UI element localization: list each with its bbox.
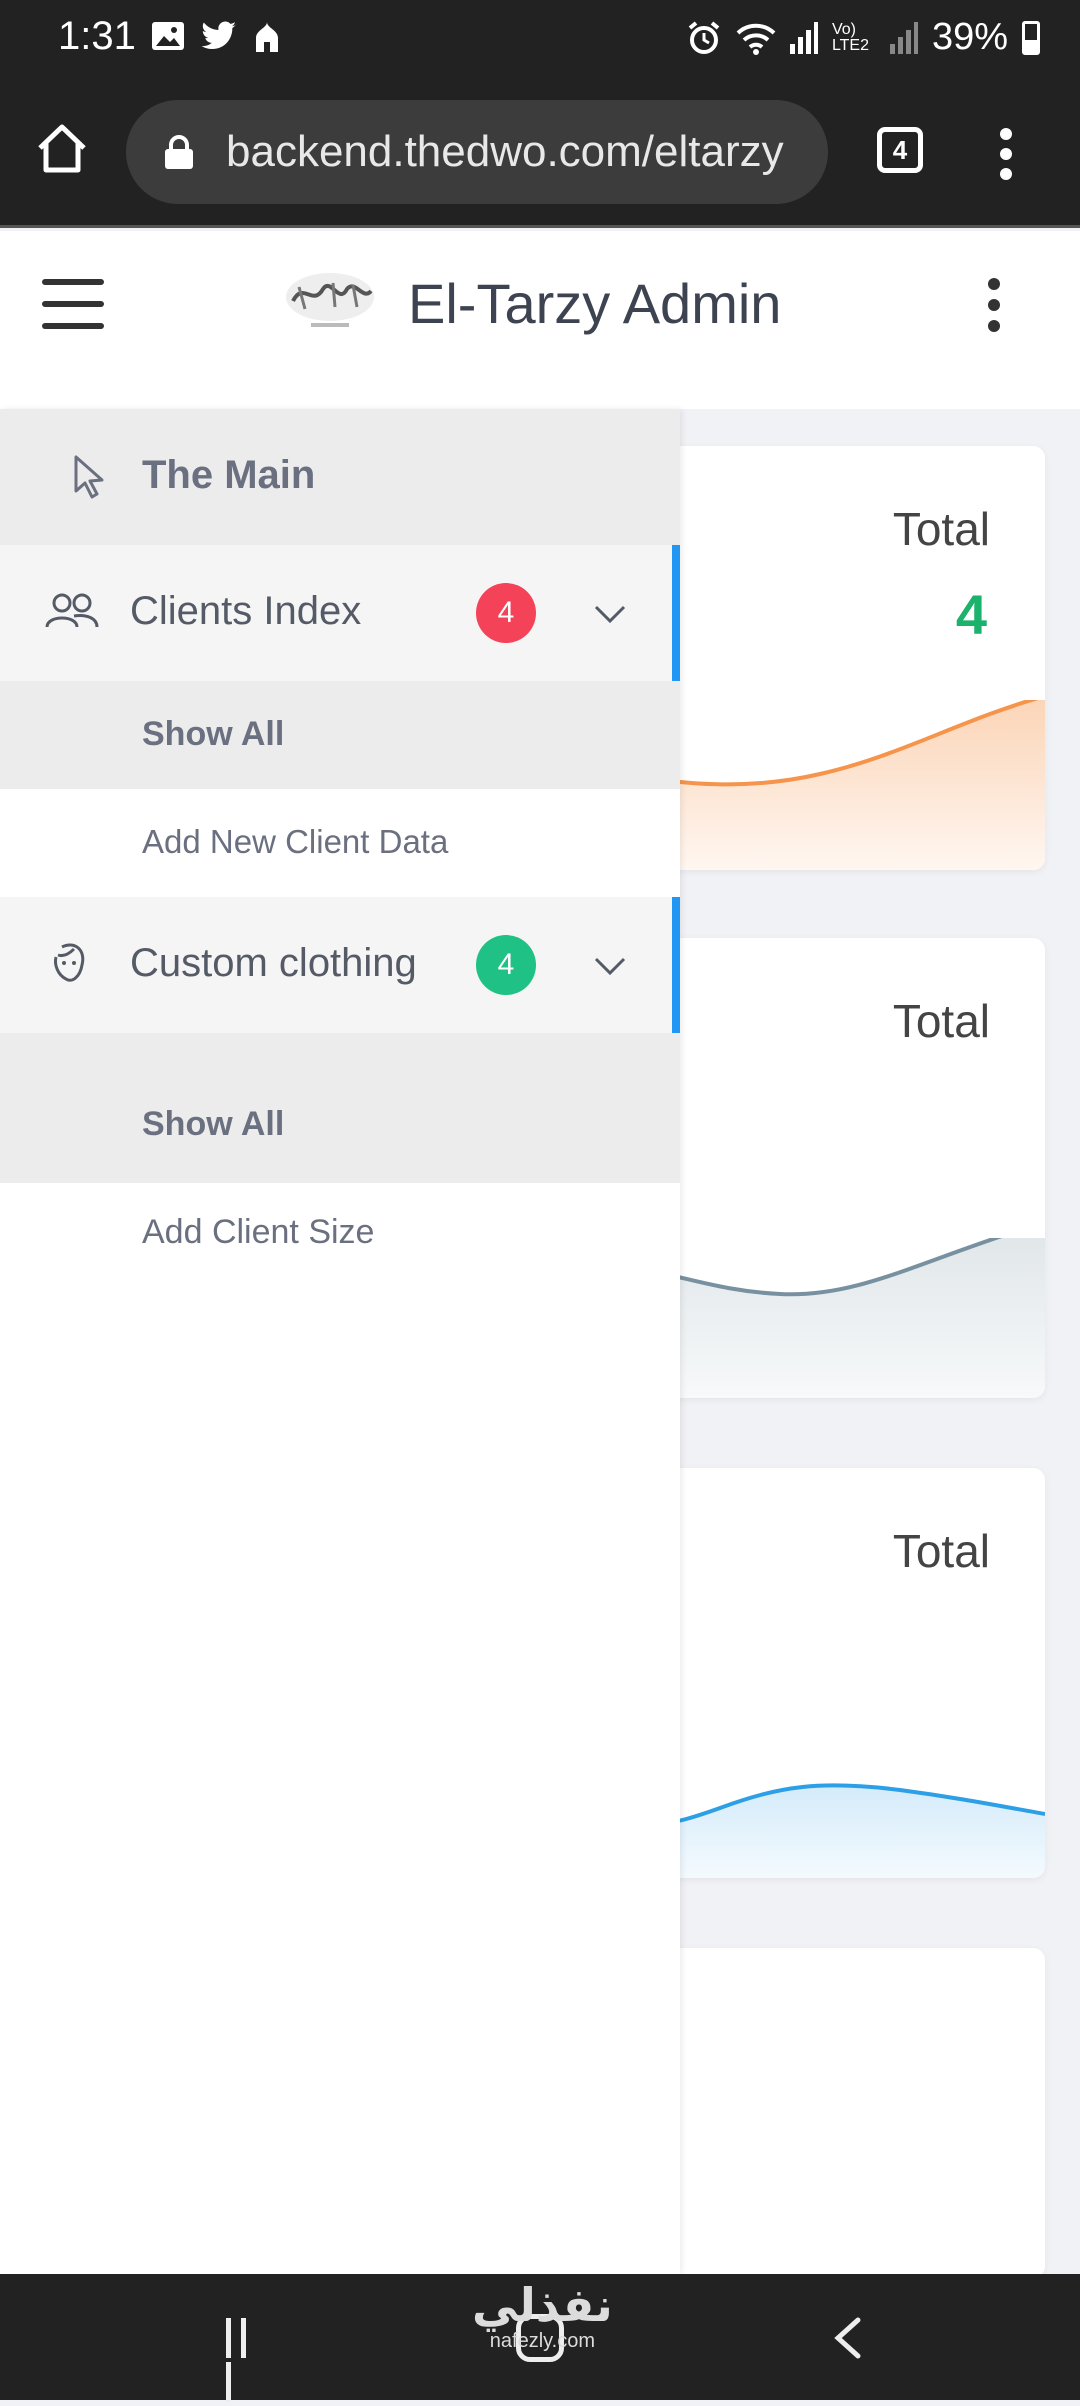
subitem-label: Add Client Size bbox=[142, 1213, 375, 1251]
brand-logo bbox=[286, 273, 374, 327]
hamburger-menu-icon[interactable] bbox=[42, 279, 104, 329]
battery-icon bbox=[1022, 20, 1040, 55]
subitem-label: Add New Client Data bbox=[142, 823, 449, 860]
sidebar-group-custom-clothing[interactable]: Custom clothing 4 bbox=[0, 897, 680, 1033]
subitem-label: Show All bbox=[142, 715, 285, 753]
app-title: El-Tarzy Admin bbox=[408, 272, 782, 335]
sidebar-item-main[interactable]: The Main bbox=[0, 409, 680, 545]
sidebar-subitem-show-all-clothing[interactable]: Show All bbox=[0, 1033, 680, 1183]
browser-toolbar: backend.thedwo.com/eltarzy 4 bbox=[0, 78, 1080, 228]
sidebar-drawer: The Main Clients Index 4 Show All Add Ne… bbox=[0, 409, 680, 2274]
watermark: نفذلي nafezly.com bbox=[472, 2280, 613, 2353]
chevron-down-icon[interactable] bbox=[592, 953, 628, 977]
sidebar-subitem-add-client-size[interactable]: Add Client Size bbox=[0, 1183, 680, 1291]
active-indicator bbox=[672, 545, 680, 681]
sidebar-subitem-show-all-clients[interactable]: Show All bbox=[0, 681, 680, 789]
card-label: Total bbox=[892, 1525, 990, 1577]
subitem-label: Show All bbox=[142, 1105, 285, 1143]
signal-icon bbox=[889, 21, 918, 54]
kebab-menu-icon[interactable] bbox=[987, 277, 1001, 333]
mosque-icon bbox=[256, 22, 278, 52]
battery-percent: 39% bbox=[931, 16, 1008, 58]
users-icon bbox=[45, 593, 99, 628]
watermark-arabic: نفذلي bbox=[472, 2278, 613, 2332]
lock-icon bbox=[165, 135, 193, 169]
browser-menu-icon[interactable] bbox=[998, 126, 1014, 182]
gallery-icon bbox=[152, 22, 184, 50]
face-icon bbox=[54, 943, 85, 982]
sidebar-group-clients-index[interactable]: Clients Index 4 bbox=[0, 545, 680, 681]
sidebar-group-label: Clients Index bbox=[130, 589, 362, 633]
tab-switcher-button[interactable]: 4 bbox=[877, 127, 923, 173]
signal-icon bbox=[789, 21, 818, 54]
status-time: 1:31 bbox=[58, 14, 136, 58]
sidebar-main-label: The Main bbox=[142, 453, 316, 497]
cursor-icon bbox=[74, 455, 104, 499]
card-label: Total bbox=[892, 503, 990, 555]
network-type: Vo) LTE2 bbox=[831, 20, 869, 54]
back-icon[interactable] bbox=[832, 2316, 862, 2360]
twitter-icon bbox=[201, 21, 236, 50]
chevron-down-icon[interactable] bbox=[592, 601, 628, 625]
home-icon[interactable] bbox=[34, 120, 90, 176]
address-bar[interactable]: backend.thedwo.com/eltarzy bbox=[126, 100, 828, 204]
sidebar-group-label: Custom clothing bbox=[130, 941, 417, 985]
app-header: El-Tarzy Admin bbox=[0, 231, 1080, 409]
card-label: Total bbox=[892, 995, 990, 1047]
url-text: backend.thedwo.com/eltarzy bbox=[226, 127, 784, 176]
status-bar: 1:31 Vo) LTE2 39% bbox=[0, 0, 1080, 78]
alarm-icon bbox=[688, 20, 720, 54]
recents-icon[interactable] bbox=[226, 2318, 264, 2402]
card-value: 4 bbox=[955, 583, 987, 646]
watermark-latin: nafezly.com bbox=[489, 2330, 595, 2352]
count-badge: 4 bbox=[476, 583, 536, 643]
count-badge: 4 bbox=[476, 935, 536, 995]
sidebar-subitem-add-client[interactable]: Add New Client Data bbox=[0, 789, 680, 897]
wifi-icon bbox=[736, 23, 776, 55]
active-indicator bbox=[672, 897, 680, 1033]
